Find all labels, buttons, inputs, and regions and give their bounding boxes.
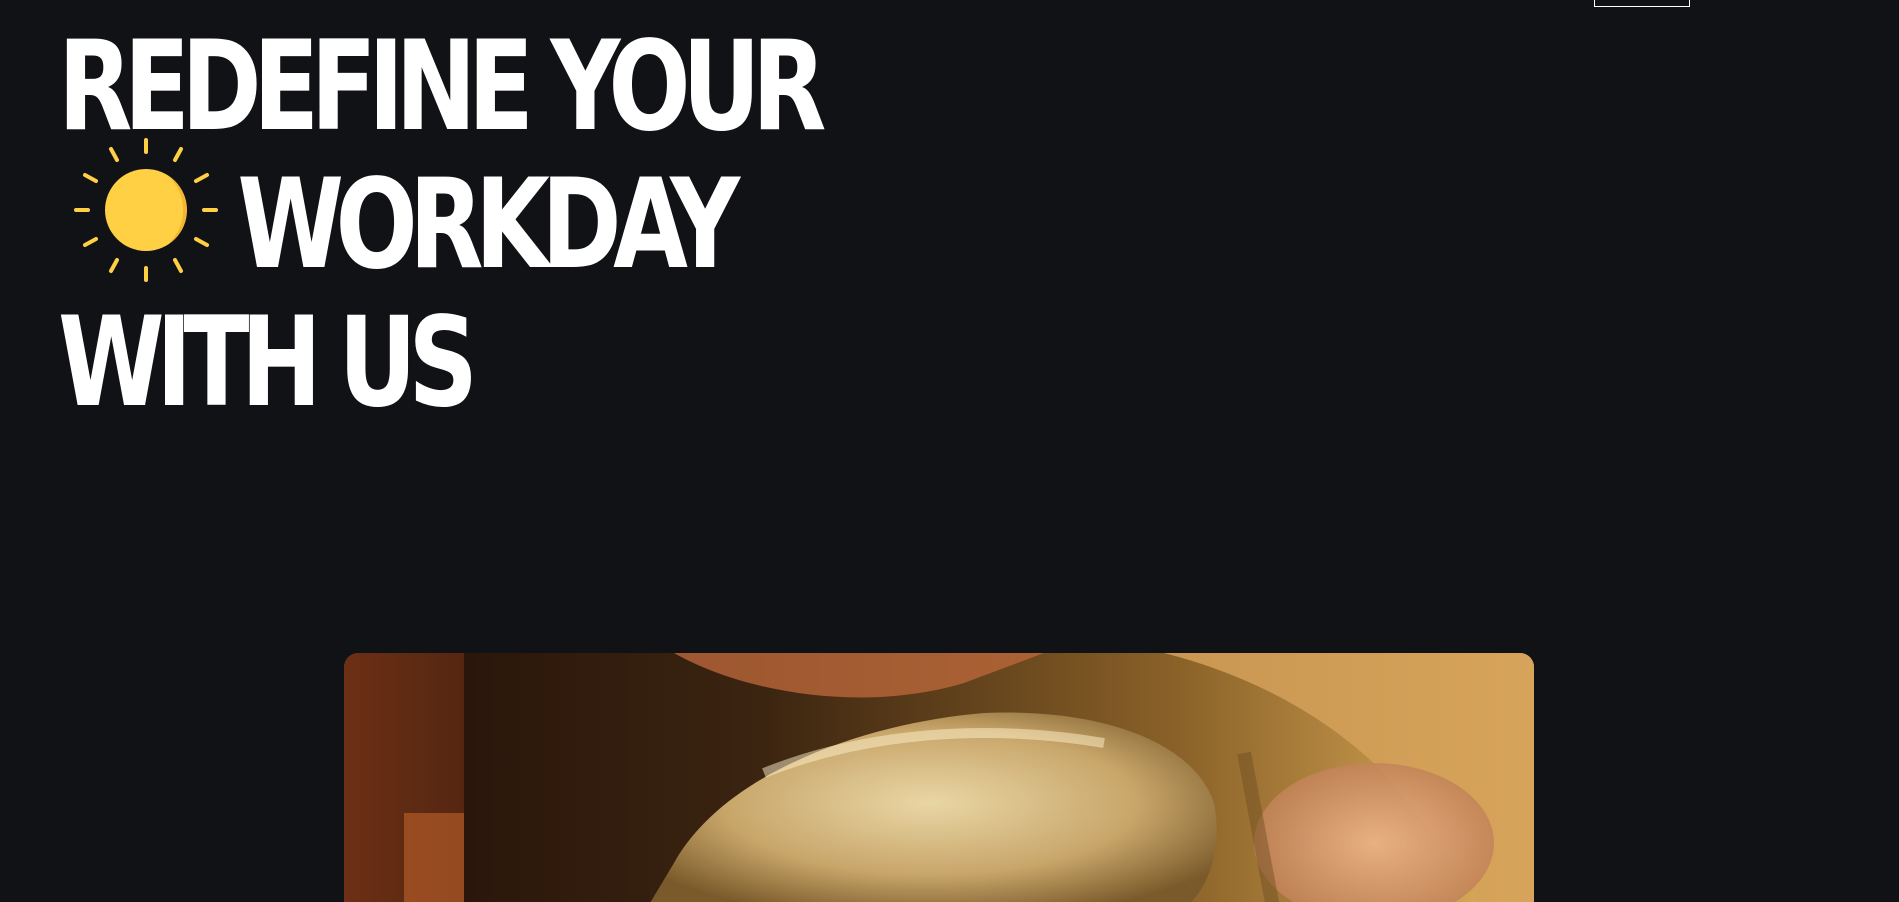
hero-line-3: WITH US [58,291,478,435]
video-still [344,653,1534,902]
hero-line-2-text: WORKDAY [237,153,740,297]
sun-icon [74,138,218,282]
hero-video[interactable] [344,653,1534,902]
header-menu-button[interactable] [1594,0,1690,7]
